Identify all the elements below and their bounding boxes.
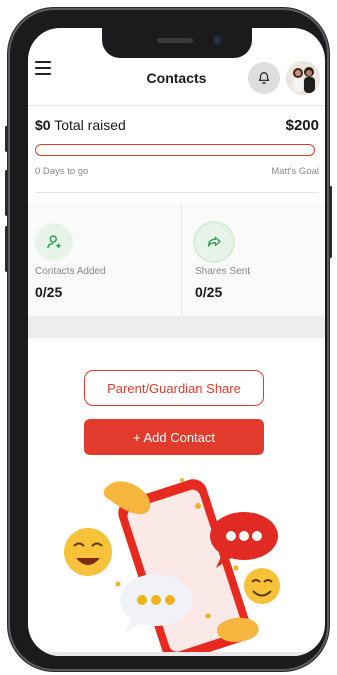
notch [102,28,252,58]
shares-sent-value: 0/25 [195,284,223,300]
fundraising-progress-bar [35,144,315,156]
section-divider [35,192,318,193]
raised-amount: $0 [35,117,51,133]
total-raised: $0 Total raised [35,117,126,133]
stats-panel: Contacts Added 0/25 Shares Sent 0/25 [28,203,325,316]
goal-owner-label: Matt's Goal [271,166,319,177]
bell-icon [258,72,270,84]
speaker [157,38,193,43]
power-button [329,186,332,258]
screen: Contacts $0 Total raised $200 0 Days to … [28,28,325,656]
notifications-button[interactable] [248,62,280,94]
shares-sent-label: Shares Sent [195,266,251,277]
laughing-emoji [64,528,112,576]
hand-graphic [103,481,151,515]
shares-sent-badge [195,223,233,261]
share-arrow-icon [208,236,221,247]
section-spacer [28,316,325,338]
add-contact-icon [47,235,61,249]
avatar[interactable] [286,61,320,95]
page-title: Contacts [146,70,207,86]
parent-guardian-share-button[interactable]: Parent/Guardian Share [84,370,264,406]
add-contact-button[interactable]: + Add Contact [84,419,264,455]
goal-amount: $200 [285,117,319,134]
contacts-added-value: 0/25 [35,284,63,300]
front-camera [212,35,222,45]
stats-separator [181,203,182,316]
bottom-divider [28,652,325,656]
header-divider [28,105,325,106]
raised-label: Total raised [54,117,126,133]
smiling-emoji [244,568,280,604]
phone-frame: Contacts $0 Total raised $200 0 Days to … [5,8,332,671]
silent-switch [5,126,8,152]
sharing-illustration [64,478,280,656]
contacts-added-label: Contacts Added [35,266,106,277]
chat-bubble-red [210,512,278,568]
avatar-photo [286,61,320,95]
volume-up-button [5,170,8,216]
contacts-added-badge [35,223,73,261]
volume-down-button [5,226,8,272]
days-to-go: 0 Days to go [35,166,89,177]
